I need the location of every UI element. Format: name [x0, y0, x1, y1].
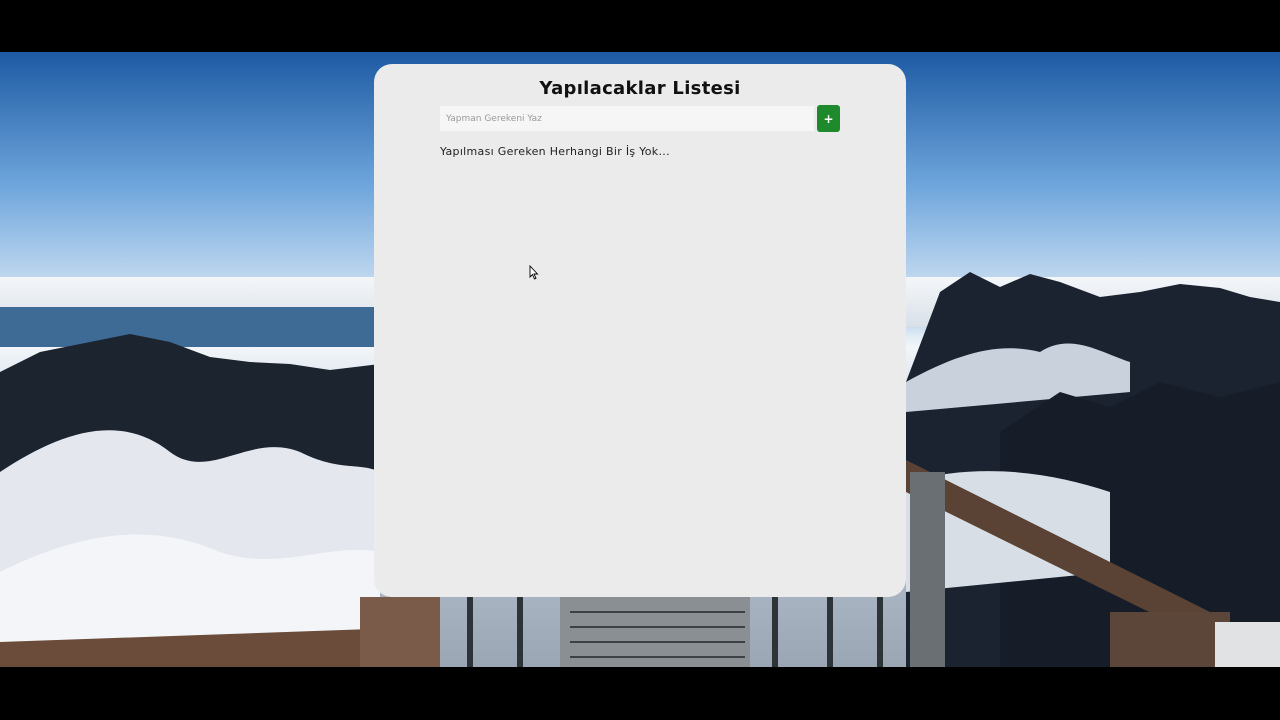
todo-input[interactable] [440, 106, 814, 131]
mouse-pointer-icon [529, 265, 539, 280]
empty-list-message: Yapılması Gereken Herhangi Bir İş Yok... [440, 145, 670, 158]
page-title: Yapılacaklar Listesi [539, 78, 741, 99]
letterbox-top [0, 0, 1280, 52]
todo-card [374, 64, 906, 597]
add-todo-button[interactable]: + [817, 105, 840, 132]
todo-form: + [440, 105, 840, 133]
letterbox-bottom [0, 667, 1280, 720]
